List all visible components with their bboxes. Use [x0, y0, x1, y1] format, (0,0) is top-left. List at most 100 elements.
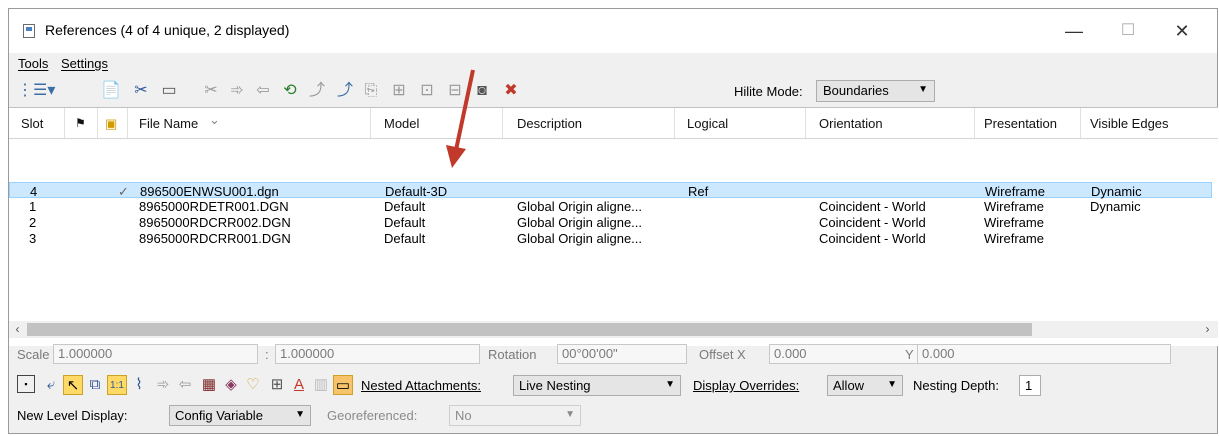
cell-slot: 2 [29, 215, 37, 230]
minimize-button[interactable]: — [1051, 17, 1097, 45]
maximize-button[interactable]: ☐ [1105, 17, 1151, 45]
clip-mask-icon[interactable]: ⊡ [417, 81, 437, 101]
table-row[interactable]: 2 8965000RDCRR002.DGN Default Global Ori… [9, 214, 1212, 230]
cell-presentation: Wireframe [984, 215, 1044, 230]
rotate-icon[interactable]: ⤴ [307, 81, 327, 101]
reload-icon[interactable]: ▭ [159, 81, 179, 101]
offset-y-input[interactable]: 0.000 [917, 344, 1171, 364]
scroll-left-icon[interactable]: ‹ [9, 321, 26, 338]
detach-icon[interactable]: ✂ [131, 81, 151, 101]
hilite-mode-value: Boundaries [823, 83, 889, 98]
clip-boundary-icon[interactable]: ⊞ [389, 81, 409, 101]
clip-icon[interactable]: ✂ [201, 81, 221, 101]
cell-edges: Dynamic [1090, 199, 1141, 214]
display-icon[interactable]: ▣ [105, 116, 117, 132]
nested-attachments-value: Live Nesting [519, 378, 591, 393]
chevron-down-icon: ▼ [665, 379, 675, 390]
cell-model: Default-3D [385, 184, 448, 199]
header-presentation[interactable]: Presentation [984, 116, 1057, 131]
close-button[interactable]: ✕ [1159, 17, 1205, 45]
references-window-icon [23, 24, 35, 38]
toolbar: ⋮☰▾ 📄 ✂ ▭ ✂ ➾ ⇦ ⟲ ⤴ ⤴ ⎘ ⊞ ⊡ ⊟ ◙ ✖ Hilite… [9, 75, 1217, 107]
georeferenced-label: Georeferenced: [327, 408, 418, 423]
sort-chevron-icon: ⌄ [209, 112, 220, 127]
header-visible-edges[interactable]: Visible Edges [1090, 116, 1169, 131]
cell-presentation: Wireframe [984, 199, 1044, 214]
chevron-down-icon: ▼ [565, 409, 575, 420]
menu-settings[interactable]: Settings [61, 56, 108, 71]
lightbulb-icon[interactable]: ♡ [243, 375, 263, 395]
chevron-down-icon: ▼ [918, 84, 928, 95]
header-logical[interactable]: Logical [687, 116, 728, 131]
cell-slot: 1 [29, 199, 37, 214]
annotation-icon[interactable]: ▥ [311, 375, 331, 395]
display-overrides-label: Display Overrides: [693, 378, 800, 393]
cell-slot: 3 [29, 231, 37, 246]
georeferenced-value: No [455, 408, 472, 423]
references-table: Slot ⚑ ▣ File Name ⌄ Model Description L… [9, 107, 1218, 346]
display-overrides-value: Allow [833, 378, 865, 393]
horizontal-scrollbar[interactable]: ‹ › [9, 321, 1218, 338]
mirror-horizontal-icon[interactable]: ⤴ [335, 81, 355, 101]
menu-bar: Tools Settings [9, 53, 1217, 75]
clip-back-icon[interactable]: ⧉ [85, 375, 105, 395]
levels-icon[interactable]: ◈ [221, 375, 241, 395]
new-level-display-value: Config Variable [175, 408, 263, 423]
attach-icon[interactable]: 📄 [101, 81, 121, 101]
clip-delete-icon[interactable]: ⊟ [445, 81, 465, 101]
mirror-vertical-icon[interactable]: ⎘ [361, 81, 381, 101]
display-overrides-select[interactable]: Allow ▼ [827, 375, 903, 396]
references-dialog: References (4 of 4 unique, 2 displayed) … [8, 8, 1218, 434]
nesting-depth-input[interactable]: 1 [1019, 375, 1041, 396]
locate-icon[interactable]: ↖ [63, 375, 83, 395]
scrollbar-thumb[interactable] [27, 323, 1032, 336]
table-row[interactable]: 1 8965000RDETR001.DGN Default Global Ori… [9, 198, 1212, 214]
nested-attachments-select[interactable]: Live Nesting ▼ [513, 375, 681, 396]
lock-icon[interactable]: ▭ [333, 375, 353, 395]
tree-view-icon[interactable]: ⋮☰▾ [17, 81, 55, 101]
cell-file: 8965000RDETR001.DGN [139, 199, 289, 214]
snap-icon[interactable]: ⤶ [41, 375, 61, 395]
menu-tools[interactable]: Tools [18, 56, 48, 71]
window-title: References (4 of 4 unique, 2 displayed) [45, 22, 290, 38]
cell-file: 8965000RDCRR002.DGN [139, 215, 291, 230]
header-model[interactable]: Model [384, 116, 419, 131]
rotation-input[interactable]: 00°00'00" [557, 344, 687, 364]
merge-icon[interactable]: ◙ [472, 81, 492, 101]
delete-reference-icon[interactable]: ✖ [501, 81, 521, 101]
flag-icon[interactable]: ⚑ [75, 116, 86, 130]
hilite-mode-select[interactable]: Boundaries ▼ [816, 80, 935, 102]
scale-master-input[interactable]: 1.000000 [53, 344, 258, 364]
georeferenced-select: No ▼ [449, 405, 581, 426]
move-icon[interactable]: ➾ [227, 81, 247, 101]
cell-model: Default [384, 199, 426, 214]
cell-orientation: Coincident - World [819, 199, 926, 214]
chevron-down-icon: ▼ [295, 409, 305, 420]
title-bar: References (4 of 4 unique, 2 displayed) … [9, 9, 1217, 53]
cell-file: 896500ENWSU001.dgn [140, 184, 279, 199]
text-icon[interactable]: A [289, 375, 309, 395]
cell-orientation: Coincident - World [819, 215, 926, 230]
use-lights-icon[interactable]: ⇦ [175, 375, 195, 395]
true-scale-icon[interactable]: 1:1 [107, 375, 127, 395]
scale-line-styles-icon[interactable]: ⌇ [129, 375, 149, 395]
scale-reference-input[interactable]: 1.000000 [275, 344, 480, 364]
treat-as-element-icon[interactable]: ▦ [199, 375, 219, 395]
new-level-display-select[interactable]: Config Variable ▼ [169, 405, 311, 426]
level-display-icon[interactable]: ⊞ [267, 375, 287, 395]
header-description[interactable]: Description [517, 116, 582, 131]
cell-edges: Dynamic [1091, 184, 1142, 199]
cell-description: Global Origin aligne... [517, 231, 643, 246]
level-display-row: New Level Display: Config Variable ▼ Geo… [9, 403, 1217, 429]
cell-slot: 4 [30, 184, 38, 199]
header-slot[interactable]: Slot [21, 116, 43, 131]
scale-icon[interactable]: ⟲ [280, 81, 300, 101]
header-file-name[interactable]: File Name [139, 116, 198, 131]
display-toggle-icon[interactable]: ▪ [17, 375, 35, 393]
ignore-attachments-icon[interactable]: ➾ [153, 375, 173, 395]
header-orientation[interactable]: Orientation [819, 116, 883, 131]
table-row[interactable]: 4 ✓ 896500ENWSU001.dgn Default-3D Ref Wi… [9, 182, 1212, 199]
table-row[interactable]: 3 8965000RDCRR001.DGN Default Global Ori… [9, 230, 1212, 246]
copy-icon[interactable]: ⇦ [253, 81, 273, 101]
scroll-right-icon[interactable]: › [1199, 321, 1216, 338]
